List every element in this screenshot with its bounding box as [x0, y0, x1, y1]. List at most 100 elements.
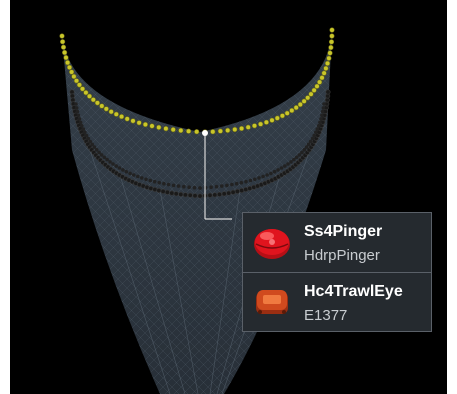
- net-dot: [71, 73, 77, 80]
- net-dot: [182, 184, 186, 189]
- net-dot: [124, 169, 129, 174]
- net-dot: [156, 188, 162, 194]
- net-dot: [81, 127, 86, 131]
- net-dot: [105, 157, 109, 162]
- net-dot: [121, 168, 125, 172]
- net-dot: [257, 176, 261, 180]
- net-dot: [305, 95, 311, 101]
- net-dot: [136, 174, 140, 179]
- net-dot: [140, 176, 144, 180]
- sensor-type: HdrpPinger: [304, 247, 380, 264]
- net-dot: [210, 129, 216, 135]
- net-dot: [326, 55, 332, 61]
- net-dot: [83, 130, 87, 135]
- trawl-net-scene[interactable]: [10, 0, 447, 394]
- net-dot: [324, 60, 331, 67]
- net-dot: [318, 120, 322, 125]
- sensor-name: Ss4Pinger: [304, 223, 383, 240]
- net-dot: [319, 117, 323, 121]
- net-dot: [192, 185, 197, 190]
- net-dot: [232, 126, 238, 133]
- net-dot: [113, 111, 119, 117]
- net-dot: [314, 83, 320, 89]
- net-dot: [226, 190, 232, 196]
- net-dot: [176, 184, 181, 188]
- net-dot: [187, 185, 191, 189]
- trawl-3d-viewport[interactable]: Ss4Pinger HdrpPinger Hc4TrawlEye E1377: [10, 0, 447, 394]
- net-dot: [90, 97, 96, 103]
- sensor-item-trawl-eye[interactable]: Hc4TrawlEye E1377: [243, 273, 431, 332]
- net-dot: [142, 121, 148, 128]
- net-dot: [108, 109, 114, 115]
- net-dot: [160, 188, 166, 194]
- net-dot: [162, 181, 166, 186]
- net-dot: [178, 127, 184, 134]
- net-dot: [253, 177, 257, 182]
- net-dot: [321, 106, 326, 110]
- net-dot: [263, 119, 269, 125]
- sensor-item-pinger[interactable]: Ss4Pinger HdrpPinger: [243, 213, 431, 272]
- net-dot: [286, 162, 290, 166]
- net-dot: [74, 102, 78, 106]
- net-dot: [148, 178, 153, 183]
- net-dot: [198, 186, 202, 190]
- net-dot: [90, 142, 94, 147]
- net-dot: [325, 89, 331, 95]
- net-dot: [182, 192, 188, 198]
- net-dot: [166, 182, 171, 187]
- net-dot: [186, 128, 192, 134]
- net-dot: [99, 153, 104, 157]
- net-dot: [152, 187, 158, 193]
- sensor-anchor-point[interactable]: [202, 130, 208, 136]
- net-dot: [86, 136, 91, 141]
- net-dot: [269, 171, 273, 176]
- net-dot: [258, 121, 264, 127]
- net-dot: [124, 116, 130, 122]
- net-dot: [108, 160, 112, 164]
- trawl-eye-icon: [256, 290, 288, 314]
- net-dot: [312, 133, 317, 138]
- net-dot: [149, 123, 155, 129]
- net-dot: [128, 171, 132, 176]
- net-dot: [169, 190, 175, 196]
- net-dot: [329, 33, 335, 39]
- net-dot: [69, 93, 75, 99]
- net-dot: [314, 130, 318, 135]
- net-dot: [297, 101, 303, 108]
- net-dot: [315, 127, 320, 131]
- net-dot: [217, 191, 223, 197]
- net-dot: [130, 118, 136, 124]
- net-dot: [327, 50, 333, 56]
- net-dot: [269, 117, 275, 123]
- net-dot: [59, 39, 66, 45]
- net-dot: [187, 192, 193, 198]
- net-dot: [152, 179, 157, 184]
- net-dot: [289, 107, 295, 114]
- net-dot: [83, 89, 89, 96]
- net-dot: [319, 75, 325, 81]
- net-dot: [265, 173, 269, 177]
- pinger-icon: [254, 229, 290, 259]
- net-dot: [66, 64, 73, 70]
- net-dot: [323, 65, 329, 71]
- net-dot: [283, 164, 287, 168]
- net-dot: [163, 126, 169, 132]
- net-dot: [212, 192, 218, 198]
- net-dot: [144, 177, 148, 182]
- net-dot: [114, 164, 118, 168]
- net-dot: [276, 168, 280, 172]
- net-dot: [203, 185, 208, 190]
- net-dot: [68, 69, 75, 75]
- net-dot: [320, 109, 325, 114]
- net-dot: [178, 191, 184, 197]
- net-dot: [171, 183, 176, 188]
- net-dot: [316, 124, 321, 128]
- net-dot: [284, 110, 290, 116]
- net-dot: [245, 124, 251, 130]
- net-dot: [272, 169, 277, 174]
- net-dot: [220, 184, 224, 188]
- net-dot: [251, 123, 258, 129]
- net-dot: [74, 106, 79, 110]
- net-dot: [308, 91, 314, 97]
- net-dot: [322, 102, 326, 106]
